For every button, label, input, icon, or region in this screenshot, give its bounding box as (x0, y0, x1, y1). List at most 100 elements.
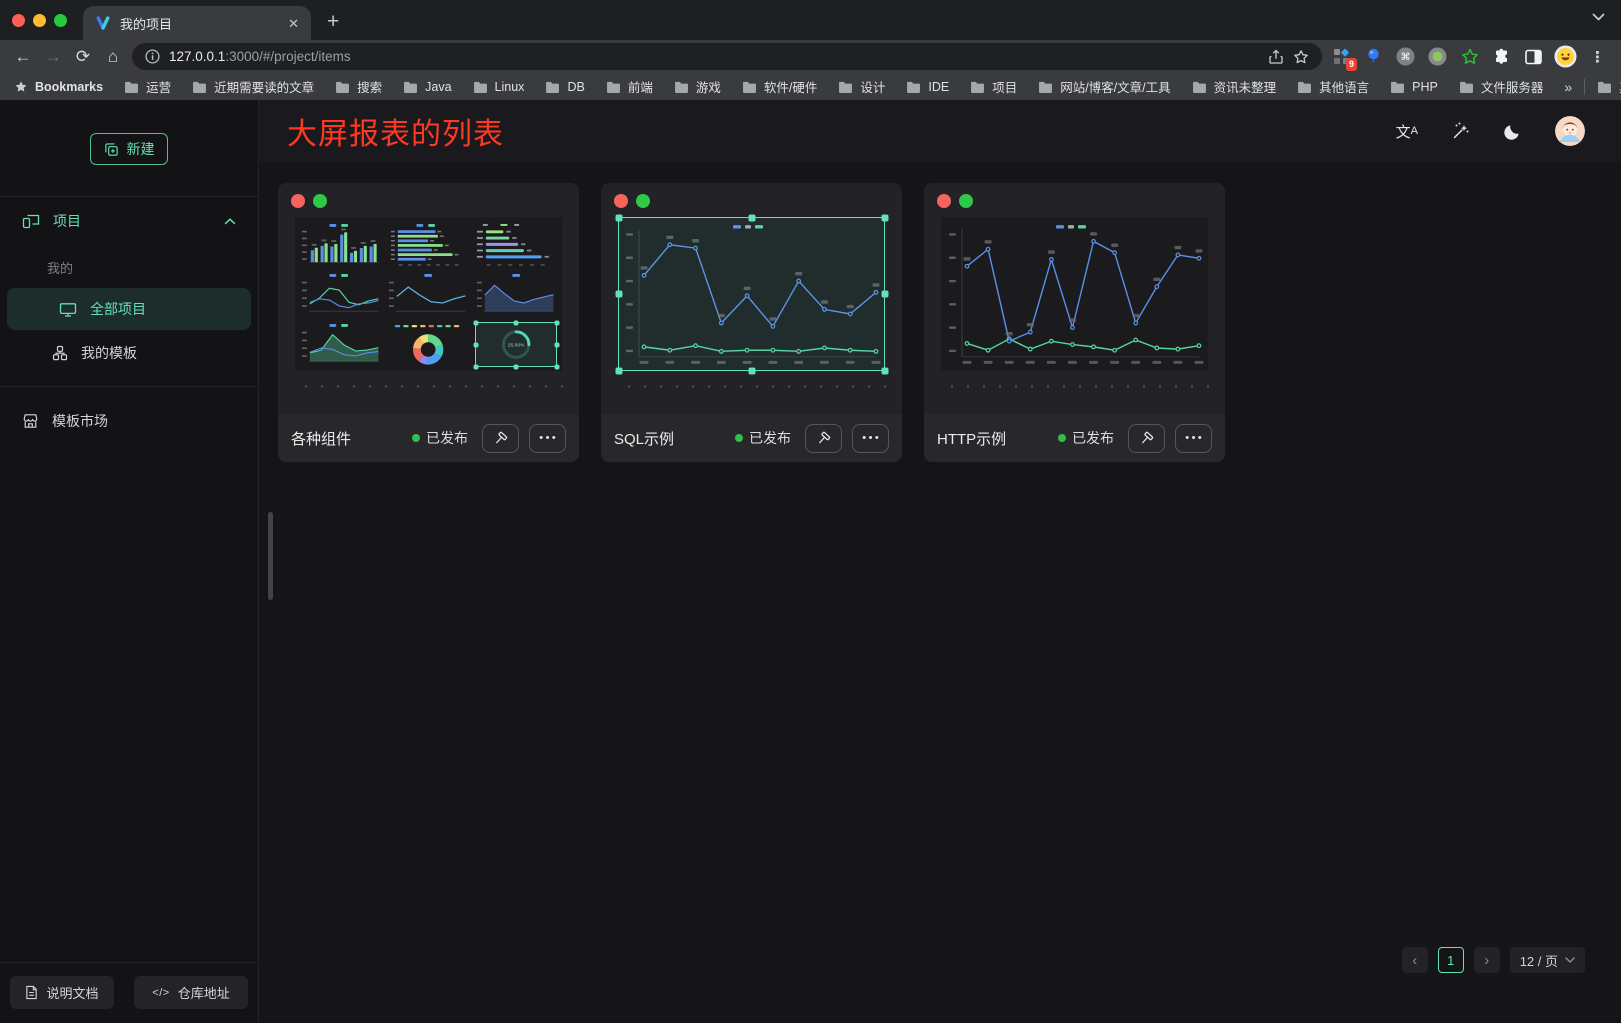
bookmark-folder[interactable]: 设计 (838, 77, 885, 96)
card-preview-thumbnail[interactable]: 25.00% (295, 217, 562, 371)
bookmark-folder[interactable]: PHP (1390, 77, 1438, 96)
bookmarks-overflow-chevron[interactable]: » (1564, 79, 1572, 95)
selection-handle[interactable] (616, 215, 623, 222)
sidebar-item-template-market[interactable]: 模板市场 (0, 397, 258, 445)
new-project-button[interactable]: 新建 (90, 133, 168, 165)
selection-handle[interactable] (616, 368, 623, 375)
profile-avatar-icon[interactable] (1554, 45, 1577, 68)
user-avatar[interactable] (1555, 116, 1585, 146)
card-preview-thumbnail[interactable] (941, 217, 1208, 371)
more-actions-button[interactable]: ••• (529, 424, 566, 453)
bookmark-star-icon[interactable] (1293, 49, 1309, 65)
selection-handle[interactable] (882, 215, 889, 222)
selection-handle[interactable] (882, 368, 889, 375)
bookmark-folder[interactable]: 项目 (970, 77, 1017, 96)
selection-handle[interactable] (555, 365, 560, 370)
card-dotted-separator (940, 382, 1209, 391)
more-actions-button[interactable]: ••• (1175, 424, 1212, 453)
browser-tab[interactable]: 我的项目 ✕ (83, 6, 311, 40)
reload-icon[interactable]: ⟳ (68, 43, 98, 71)
bookmark-folder[interactable]: Linux (473, 77, 525, 96)
bookmark-folder[interactable]: 资讯未整理 (1192, 77, 1277, 96)
browser-menu-kebab-icon[interactable]: ⋮ (1586, 45, 1609, 68)
bookmark-folder[interactable]: DB (545, 77, 584, 96)
mini-chart-pbars (475, 222, 557, 267)
bookmark-folder[interactable]: 搜索 (335, 77, 382, 96)
tab-search-icon[interactable] (1592, 13, 1605, 21)
site-info-icon[interactable] (145, 49, 160, 64)
bookmark-folder[interactable]: 近期需要读的文章 (192, 77, 314, 96)
other-bookmarks-folder[interactable]: 其他书签 (1597, 77, 1621, 96)
new-tab-button[interactable]: + (327, 10, 339, 34)
selection-handle[interactable] (473, 365, 478, 370)
new-project-label: 新建 (127, 139, 155, 159)
selection-handle[interactable] (555, 321, 560, 326)
bookmark-folder[interactable]: 其他语言 (1297, 77, 1369, 96)
share-icon[interactable] (1268, 49, 1284, 65)
green-star-extension-icon[interactable] (1458, 45, 1481, 68)
dark-mode-moon-icon[interactable] (1503, 122, 1522, 141)
bookmarks-manager-item[interactable]: Bookmarks (14, 80, 103, 94)
more-actions-button[interactable]: ••• (852, 424, 889, 453)
project-card[interactable]: 25.00% 各种组件 已发布 ••• (278, 183, 579, 462)
selection-handle[interactable] (473, 342, 478, 347)
bookmark-folder[interactable]: Java (403, 77, 451, 96)
back-icon[interactable]: ← (8, 43, 38, 71)
sidebar-sub-label: 我的 (0, 245, 258, 288)
command-extension-icon[interactable]: ⌘ (1394, 45, 1417, 68)
magic-wand-icon[interactable] (1451, 122, 1470, 141)
edit-project-button[interactable] (1128, 424, 1165, 453)
sidebar-group-projects[interactable]: 项目 (0, 197, 258, 245)
bookmark-folder[interactable]: 前端 (606, 77, 653, 96)
selection-handle[interactable] (616, 291, 623, 298)
selection-handle[interactable] (473, 321, 478, 326)
tab-close-icon[interactable]: ✕ (288, 17, 299, 30)
selection-handle[interactable] (882, 291, 889, 298)
extensions-puzzle-icon[interactable] (1490, 45, 1513, 68)
card-window-dots (278, 183, 579, 217)
language-icon[interactable]: 文A (1396, 121, 1418, 142)
next-page-button[interactable]: › (1474, 947, 1500, 973)
vertical-scrollbar-thumb[interactable] (268, 512, 273, 600)
selection-handle[interactable] (513, 321, 518, 326)
project-card[interactable]: HTTP示例 已发布 ••• (924, 183, 1225, 462)
bookmark-folder[interactable]: 网站/博客/文章/工具 (1038, 77, 1170, 96)
bookmark-folder[interactable]: 游戏 (674, 77, 721, 96)
hammer-icon (493, 431, 508, 446)
bookmark-folder[interactable]: IDE (906, 77, 949, 96)
project-card[interactable]: SQL示例 已发布 ••• (601, 183, 902, 462)
home-icon[interactable]: ⌂ (98, 43, 128, 71)
balloon-extension-icon[interactable] (1362, 45, 1385, 68)
selection-handle[interactable] (748, 215, 755, 222)
recorder-extension-icon[interactable] (1426, 45, 1449, 68)
docs-button[interactable]: 说明文档 (10, 976, 114, 1009)
sidebar-item-my-templates[interactable]: 我的模板 (0, 330, 258, 376)
edit-project-button[interactable] (482, 424, 519, 453)
sidebar-item-all-projects[interactable]: 全部项目 (7, 288, 251, 330)
bookmark-folder[interactable]: 软件/硬件 (742, 77, 817, 96)
card-preview-thumbnail[interactable] (618, 217, 885, 371)
page-size-select[interactable]: 12 / 页 (1510, 947, 1585, 973)
status-dot (1058, 434, 1066, 442)
selection-handle[interactable] (555, 342, 560, 347)
document-icon (25, 985, 38, 1000)
card-green-dot (959, 194, 973, 208)
forward-icon[interactable]: → (38, 43, 68, 71)
mini-chart-line2 (300, 272, 382, 317)
repo-button[interactable]: </> 仓库地址 (134, 976, 248, 1009)
bookmark-folder[interactable]: 运营 (124, 77, 171, 96)
minimize-window-button[interactable] (33, 14, 46, 27)
close-window-button[interactable] (12, 14, 25, 27)
chevron-up-icon[interactable] (224, 218, 236, 225)
tab-group-extension-icon[interactable]: 9 (1330, 45, 1353, 68)
url-text[interactable]: 127.0.0.1:3000/#/project/items (169, 49, 351, 64)
maximize-window-button[interactable] (54, 14, 67, 27)
current-page-button[interactable]: 1 (1438, 947, 1464, 973)
address-bar[interactable]: 127.0.0.1:3000/#/project/items (132, 43, 1322, 70)
selection-handle[interactable] (513, 365, 518, 370)
selection-handle[interactable] (748, 368, 755, 375)
edit-project-button[interactable] (805, 424, 842, 453)
side-panel-icon[interactable] (1522, 45, 1545, 68)
bookmark-folder[interactable]: 文件服务器 (1459, 77, 1544, 96)
prev-page-button[interactable]: ‹ (1402, 947, 1428, 973)
